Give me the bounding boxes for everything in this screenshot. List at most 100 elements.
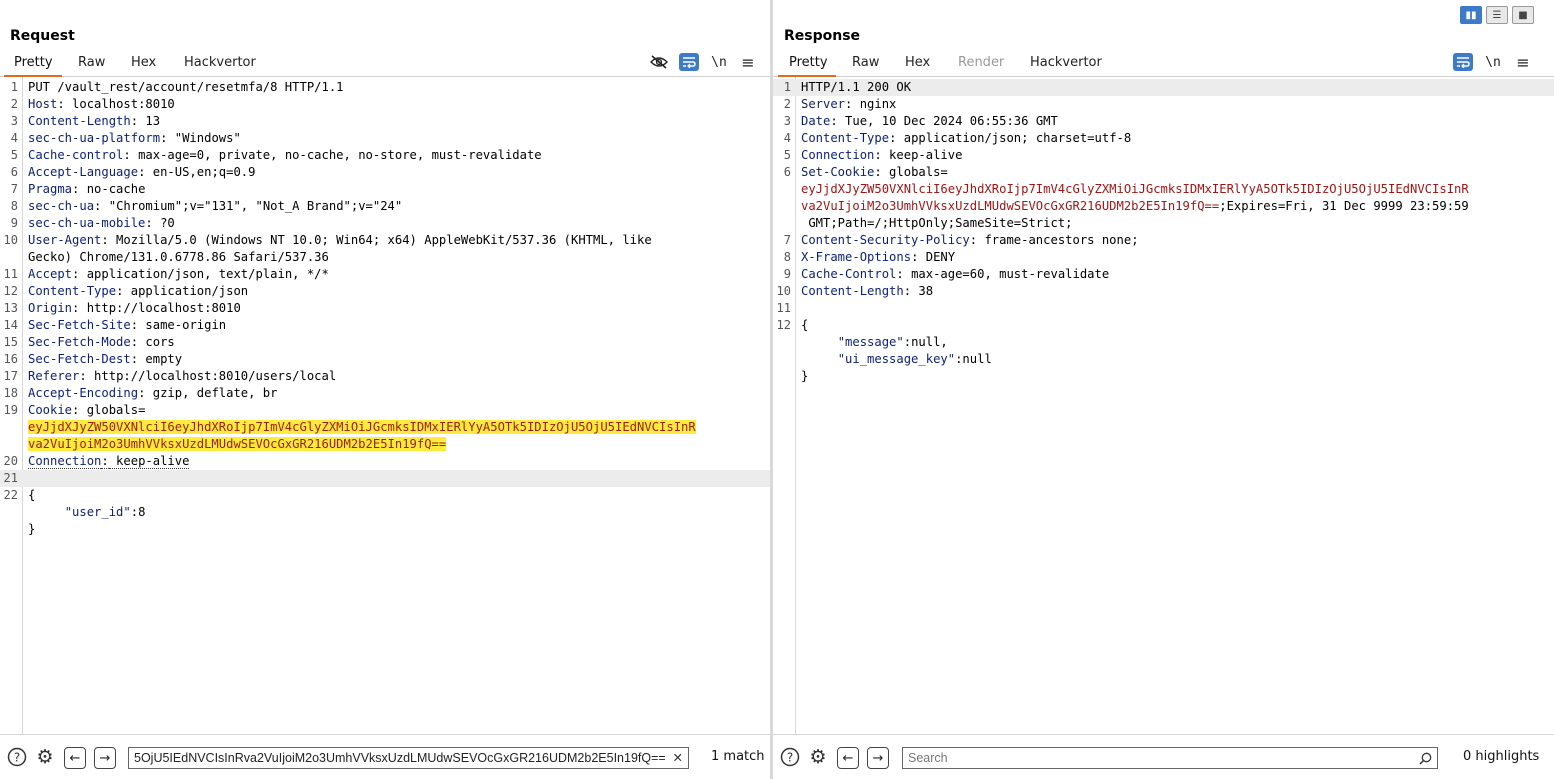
header-colon: : (874, 165, 882, 179)
header-colon: : (101, 454, 109, 469)
tab-hackvertor[interactable]: Hackvertor (184, 55, 256, 70)
header-value: keep-alive (881, 148, 963, 162)
header-name: Set-Cookie (801, 165, 875, 179)
code-line: 11 (773, 300, 1554, 317)
search-input[interactable]: Search (902, 747, 1438, 769)
line-number: 12 (776, 318, 791, 332)
single-pane-icon[interactable]: ■ (1512, 6, 1534, 24)
code-line: 14 Sec-Fetch-Site: same-origin (0, 317, 770, 334)
line-content: eyJjdXJyZW50VXNlciI6eyJhdXRoIjp7ImV4cGly… (801, 182, 1469, 196)
line-number: 6 (10, 165, 18, 179)
split-rows-icon[interactable]: ☰ (1486, 6, 1508, 24)
header-colon: : (101, 233, 109, 247)
line-content: va2VuIjoiM2o3UmhVVksxUzdLMUdwSEVOcGxGR21… (801, 199, 1469, 213)
line-content: Set-Cookie: globals= (801, 165, 948, 179)
tab-raw[interactable]: Raw (852, 55, 879, 70)
previous-match-button[interactable]: ← (837, 747, 859, 769)
code-line: 22 { (0, 487, 770, 504)
code-line: 16 Sec-Fetch-Dest: empty (0, 351, 770, 368)
layout-switcher: ▮▮ ☰ ■ (1460, 6, 1534, 24)
line-content: Content-Length: 13 (28, 114, 160, 128)
line-number: 5 (783, 148, 791, 162)
header-colon: : (79, 369, 87, 383)
help-icon[interactable]: ? (6, 746, 28, 768)
code-line: 12 { (773, 317, 1554, 334)
header-value: 13 (138, 114, 161, 128)
header-name: Content-Length (801, 284, 904, 298)
tab-hackvertor[interactable]: Hackvertor (1030, 55, 1102, 70)
header-value: DENY (918, 250, 956, 264)
header-colon: : (830, 114, 838, 128)
code-line: va2VuIjoiM2o3UmhVVksxUzdLMUdwSEVOcGxGR21… (0, 436, 770, 453)
clear-icon[interactable]: ✕ (673, 748, 683, 768)
line-number: 15 (3, 335, 18, 349)
line-number: 4 (10, 131, 18, 145)
line-content: HTTP/1.1 200 OK (801, 80, 911, 94)
line-content: Content-Type: application/json; charset=… (801, 131, 1131, 145)
search-input[interactable]: 5OjU5IEdNVCIsInRva2VuIjoiM2o3UmhVVksxUzd… (128, 747, 689, 769)
header-name: Server (801, 97, 846, 111)
tab-pretty[interactable]: Pretty (789, 55, 828, 70)
header-name: Sec-Fetch-Site (28, 318, 131, 332)
code-line: 7 Pragma: no-cache (0, 181, 770, 198)
tab-hex[interactable]: Hex (905, 55, 930, 70)
newline-toggle-icon[interactable]: \n (1482, 52, 1504, 72)
newline-toggle-icon[interactable]: \n (708, 52, 730, 72)
line-number: 10 (3, 233, 18, 247)
code-line: 11 Accept: application/json, text/plain, … (0, 266, 770, 283)
next-match-button[interactable]: → (94, 747, 116, 769)
header-colon: : (896, 267, 904, 281)
code-line: } (773, 368, 1554, 385)
line-content: Host: localhost:8010 (28, 97, 175, 111)
line-number: 11 (3, 267, 18, 281)
cookie-value: eyJjdXJyZW50VXNlciI6eyJhdXRoIjp7ImV4cGly… (801, 182, 1469, 196)
line-content: User-Agent: Mozilla/5.0 (Windows NT 10.0… (28, 233, 652, 247)
header-value: Tue, 10 Dec 2024 06:55:36 GMT (837, 114, 1058, 128)
line-number: 18 (3, 386, 18, 400)
request-editor[interactable]: 1 PUT /vault_rest/account/resetmfa/8 HTTP… (0, 77, 770, 735)
line-number: 2 (783, 97, 791, 111)
code-line: 4 sec-ch-ua-platform: "Windows" (0, 130, 770, 147)
line-number: 7 (783, 233, 791, 247)
header-colon: : (130, 335, 139, 349)
word-wrap-icon[interactable] (679, 53, 699, 71)
help-icon[interactable]: ? (779, 746, 801, 768)
line-content: Accept-Encoding: gzip, deflate, br (28, 386, 277, 400)
header-value: same-origin (138, 318, 227, 332)
code-line: 7 Content-Security-Policy: frame-ancestor… (773, 232, 1554, 249)
split-columns-icon[interactable]: ▮▮ (1460, 6, 1482, 24)
eye-slash-icon[interactable] (648, 52, 670, 72)
response-lines: 1 HTTP/1.1 200 OK 2 Server: nginx 3 Date: Tue… (773, 79, 1554, 385)
line-content: sec-ch-ua-platform: "Windows" (28, 131, 241, 145)
code-line: 12 Content-Type: application/json (0, 283, 770, 300)
gear-icon[interactable]: ⚙ (34, 746, 56, 768)
response-pane: ▮▮ ☰ ■ Response Pretty Raw Hex Render Ha… (773, 0, 1554, 779)
line-content: Sec-Fetch-Dest: empty (28, 352, 182, 366)
line-number: 4 (783, 131, 791, 145)
menu-icon[interactable]: ≡ (737, 52, 759, 72)
header-name: Content-Type (801, 131, 890, 145)
previous-match-button[interactable]: ← (64, 747, 86, 769)
tab-hex[interactable]: Hex (131, 55, 156, 70)
response-editor[interactable]: 1 HTTP/1.1 200 OK 2 Server: nginx 3 Date: Tue… (773, 77, 1554, 735)
code-line: 17 Referer: http://localhost:8010/users/l… (0, 368, 770, 385)
code-line: "user_id":8 (0, 504, 770, 521)
line-number: 7 (10, 182, 18, 196)
header-colon: : (130, 352, 139, 366)
tab-render[interactable]: Render (958, 55, 1004, 70)
code-line: "ui_message_key":null (773, 351, 1554, 368)
code-line: GMT;Path=/;HttpOnly;SameSite=Strict; (773, 215, 1554, 232)
tab-raw[interactable]: Raw (78, 55, 105, 70)
header-name: Date (801, 114, 831, 128)
line-number: 1 (10, 80, 18, 94)
header-name: Accept-Encoding (28, 386, 139, 400)
word-wrap-icon[interactable] (1453, 53, 1473, 71)
line-number: 13 (3, 301, 18, 315)
next-match-button[interactable]: → (867, 747, 889, 769)
tab-pretty[interactable]: Pretty (14, 55, 53, 70)
menu-icon[interactable]: ≡ (1512, 52, 1534, 72)
code-text: { (801, 318, 809, 332)
line-content: Pragma: no-cache (28, 182, 145, 196)
gear-icon[interactable]: ⚙ (807, 746, 829, 768)
header-name: Host (28, 97, 58, 111)
